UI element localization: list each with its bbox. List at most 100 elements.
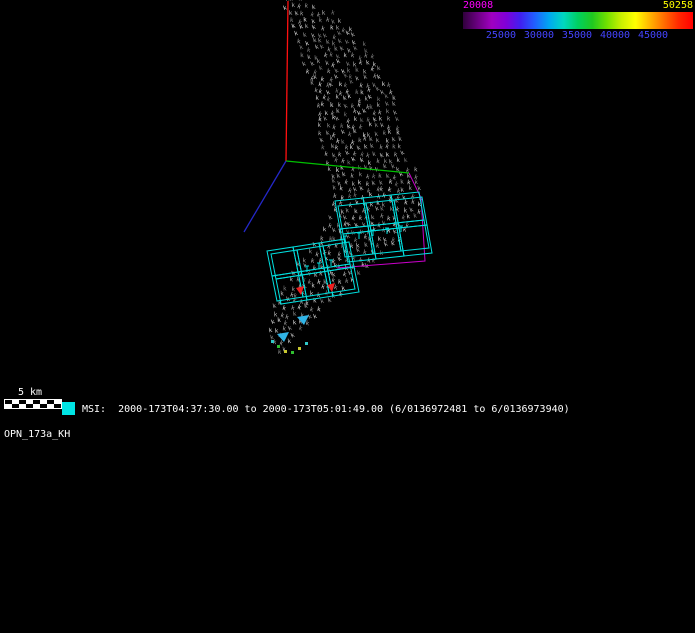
svg-text:k: k: [318, 17, 323, 25]
svg-text:k: k: [398, 136, 403, 143]
svg-text:k: k: [315, 95, 319, 102]
svg-text:k: k: [292, 319, 297, 326]
svg-text:k: k: [404, 199, 409, 206]
svg-text:k: k: [350, 172, 355, 180]
svg-text:k: k: [369, 53, 375, 61]
colorbar-gradient: [463, 12, 693, 29]
svg-text:k: k: [344, 38, 351, 46]
svg-text:k: k: [354, 221, 360, 229]
colorbar-min-label: 20008: [463, 1, 493, 11]
svg-text:k: k: [336, 108, 340, 115]
svg-text:k: k: [299, 44, 305, 52]
svg-text:k: k: [293, 311, 298, 318]
svg-text:k: k: [355, 75, 360, 83]
svg-text:k: k: [334, 46, 338, 53]
scale-bar-row: [5, 404, 61, 408]
scale-bar: [4, 399, 62, 409]
svg-text:k: k: [327, 166, 331, 173]
svg-text:k: k: [317, 306, 322, 313]
svg-text:k: k: [291, 2, 295, 9]
svg-text:k: k: [347, 159, 351, 166]
svg-text:k: k: [311, 283, 315, 290]
svg-text:k: k: [358, 59, 364, 67]
svg-text:k: k: [336, 172, 341, 180]
svg-text:k: k: [359, 185, 365, 193]
svg-text:k: k: [348, 202, 353, 210]
svg-text:k: k: [358, 137, 362, 144]
svg-text:k: k: [357, 123, 364, 131]
svg-text:k: k: [349, 78, 355, 86]
svg-text:k: k: [330, 135, 334, 142]
svg-text:k: k: [304, 2, 309, 10]
svg-text:k: k: [347, 93, 352, 100]
surface-point: [305, 342, 308, 345]
svg-text:k: k: [330, 9, 335, 17]
svg-text:k: k: [287, 338, 292, 345]
surface-point: [271, 340, 274, 343]
svg-text:k: k: [344, 278, 349, 285]
svg-text:k: k: [319, 43, 325, 51]
svg-text:k: k: [340, 128, 346, 136]
svg-text:k: k: [323, 226, 327, 233]
svg-text:k: k: [280, 290, 284, 297]
svg-text:k: k: [376, 158, 381, 165]
svg-text:k: k: [296, 304, 303, 312]
svg-text:k: k: [327, 68, 332, 75]
svg-text:k: k: [335, 94, 339, 101]
surface-point: [291, 351, 294, 354]
svg-text:k: k: [353, 45, 359, 53]
visualization-viewport: kkkkkkkkkkkkkkkkkkkkkkkkkkkkkkkkkkkkkkkk…: [0, 0, 695, 633]
svg-text:k: k: [384, 100, 390, 108]
svg-text:k: k: [371, 180, 377, 188]
svg-text:k: k: [386, 186, 392, 194]
colorbar-max-label: 50258: [663, 1, 693, 11]
svg-text:k: k: [300, 52, 304, 59]
svg-text:k: k: [330, 24, 334, 31]
svg-text:k: k: [343, 52, 347, 59]
svg-text:k: k: [317, 122, 321, 129]
svg-text:k: k: [320, 101, 325, 109]
svg-text:k: k: [305, 68, 310, 76]
svg-text:k: k: [337, 37, 343, 45]
colorbar-tick-label: 25000: [486, 31, 516, 41]
svg-text:k: k: [304, 23, 309, 31]
svg-text:k: k: [323, 52, 329, 60]
svg-text:k: k: [325, 60, 330, 68]
svg-text:k: k: [381, 81, 385, 88]
svg-text:k: k: [365, 59, 370, 66]
svg-text:k: k: [355, 89, 360, 96]
scene-canvas[interactable]: kkkkkkkkkkkkkkkkkkkkkkkkkkkkkkkkkkkkkkkk…: [0, 0, 695, 633]
svg-text:k: k: [294, 30, 300, 38]
svg-text:k: k: [331, 124, 337, 132]
svg-text:k: k: [350, 52, 355, 60]
svg-text:k: k: [386, 115, 390, 122]
svg-text:k: k: [332, 184, 337, 191]
svg-text:k: k: [319, 136, 325, 144]
svg-text:k: k: [386, 215, 391, 222]
svg-text:k: k: [386, 108, 390, 115]
svg-text:k: k: [277, 317, 281, 324]
svg-text:k: k: [414, 166, 418, 173]
svg-text:k: k: [350, 155, 357, 163]
svg-text:k: k: [406, 213, 410, 220]
svg-text:k: k: [400, 179, 404, 186]
svg-text:k: k: [301, 60, 307, 68]
surface-point: [284, 350, 287, 353]
svg-text:k: k: [343, 102, 350, 110]
svg-text:k: k: [363, 143, 368, 150]
svg-text:k: k: [388, 129, 392, 136]
svg-text:k: k: [391, 136, 396, 144]
svg-text:k: k: [328, 51, 334, 59]
svg-text:k: k: [290, 332, 296, 340]
svg-text:k: k: [353, 128, 358, 135]
svg-text:k: k: [400, 186, 405, 193]
svg-text:k: k: [353, 116, 358, 123]
svg-text:k: k: [399, 149, 406, 157]
svg-text:k: k: [370, 142, 375, 149]
body-axis-z: [244, 161, 286, 232]
svg-text:k: k: [343, 179, 349, 187]
svg-text:k: k: [291, 22, 297, 30]
surface-point: [277, 345, 280, 348]
colorbar-tick-label: 40000: [600, 31, 630, 41]
svg-text:k: k: [396, 157, 400, 164]
